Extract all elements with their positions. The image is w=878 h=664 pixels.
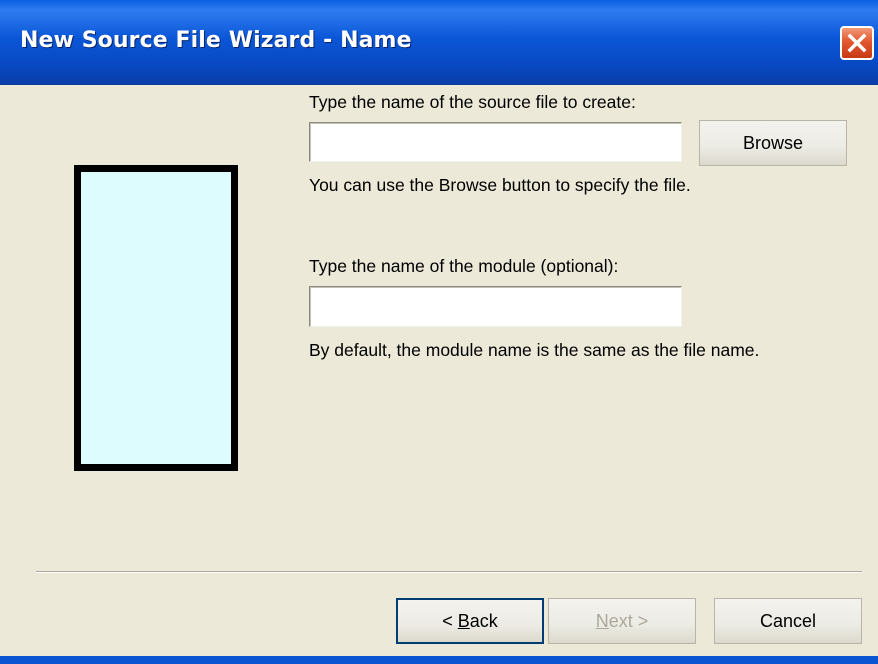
cancel-button[interactable]: Cancel xyxy=(714,598,862,644)
module-hint-text: By default, the module name is the same … xyxy=(309,340,760,360)
footer-separator xyxy=(36,571,862,573)
next-button[interactable]: Next > xyxy=(548,598,696,644)
close-button[interactable] xyxy=(840,26,874,60)
source-file-input[interactable] xyxy=(309,122,682,162)
next-button-mnemonic: N xyxy=(595,611,609,631)
module-name-input[interactable] xyxy=(309,286,682,327)
close-x-icon xyxy=(847,33,867,53)
next-button-rest: ext > xyxy=(608,611,649,631)
module-name-label: Type the name of the module (optional): xyxy=(309,256,619,276)
browse-button[interactable]: Browse xyxy=(699,120,847,166)
title-bar[interactable]: New Source File Wizard - Name xyxy=(0,0,878,85)
wizard-window: New Source File Wizard - Name Type the n… xyxy=(0,0,878,664)
browse-hint-text: You can use the Browse button to specify… xyxy=(309,175,691,195)
source-file-label: Type the name of the source file to crea… xyxy=(309,92,636,112)
window-bottom-border xyxy=(0,656,878,664)
window-title: New Source File Wizard - Name xyxy=(20,28,412,53)
back-button-prefix: < xyxy=(442,611,458,631)
wizard-preview-image xyxy=(74,165,238,471)
back-button-rest: ack xyxy=(469,611,498,631)
back-button[interactable]: < Back xyxy=(396,598,544,644)
back-button-mnemonic: B xyxy=(457,611,470,631)
